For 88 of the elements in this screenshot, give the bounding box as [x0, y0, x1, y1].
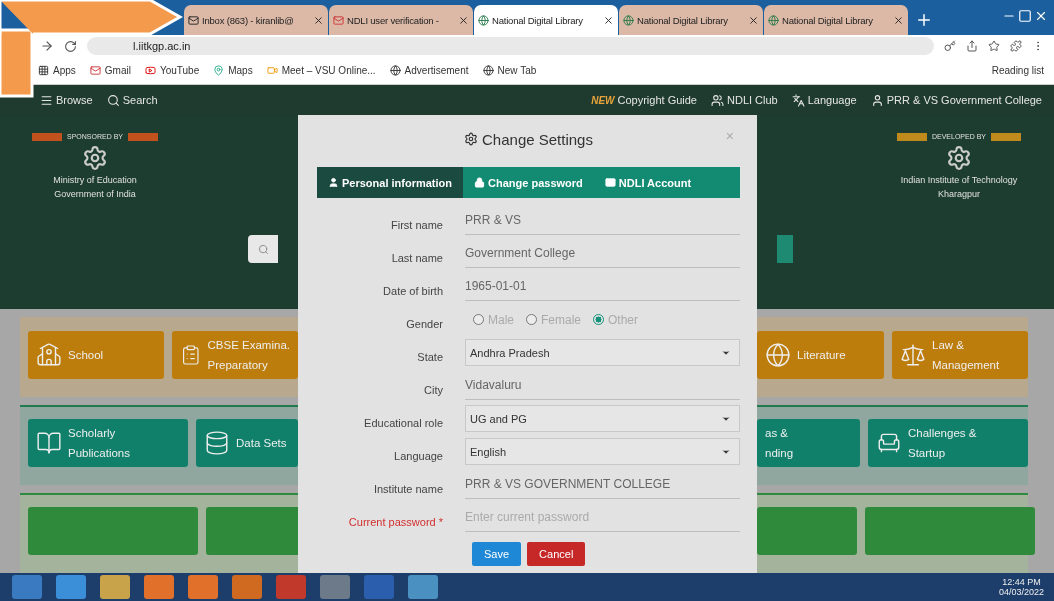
reading-list[interactable]: Reading list — [991, 65, 1044, 76]
browser-tab[interactable]: National Digital Library — [764, 5, 908, 35]
puzzle-icon[interactable] — [1010, 40, 1022, 52]
video-icon — [266, 65, 278, 76]
password-field[interactable]: Enter current password — [465, 503, 740, 532]
globe-icon — [478, 14, 489, 26]
search-icon — [106, 93, 120, 107]
text-field[interactable]: Vidavaluru — [465, 371, 740, 400]
language-icon — [791, 93, 805, 107]
new-tab-icon[interactable] — [915, 11, 933, 29]
bookmark[interactable]: Gmail — [89, 65, 131, 76]
category-card[interactable]: Challenges & Startup — [868, 419, 1028, 467]
close-icon[interactable] — [313, 14, 324, 26]
user-icon — [870, 93, 884, 107]
share-icon[interactable] — [966, 40, 978, 52]
close-icon[interactable] — [603, 14, 614, 26]
globe-icon — [765, 342, 791, 368]
category-card[interactable]: as & nding — [757, 419, 860, 467]
browser-tab[interactable]: Inbox (863) - kiranlib@ — [184, 5, 328, 35]
browser-tab[interactable]: National Digital Library — [474, 5, 618, 35]
globe-icon — [482, 65, 494, 76]
cancel-button[interactable]: Cancel — [527, 542, 586, 566]
field-label: Current password * — [347, 514, 443, 528]
category-card[interactable]: Data Sets — [196, 419, 298, 467]
select-field[interactable]: Andhra Pradesh — [465, 339, 740, 366]
menu-icon — [40, 93, 53, 107]
database-icon — [204, 430, 230, 456]
browser-tab[interactable]: National Digital Library — [619, 5, 763, 35]
field-label: Last name — [390, 250, 443, 264]
globe-icon — [623, 14, 634, 26]
dialog-tab[interactable]: Change password — [463, 167, 594, 198]
bookmark[interactable]: Maps — [213, 65, 253, 76]
users-icon — [711, 93, 724, 107]
close-icon[interactable] — [1034, 9, 1048, 23]
book-icon — [36, 430, 62, 456]
nav-link[interactable]: PRR & VS Government College — [870, 93, 1042, 107]
nav-link[interactable]: Language — [791, 93, 857, 107]
field-label: Gender — [405, 316, 443, 330]
bookmark[interactable]: Meet – VSU Online... — [266, 65, 376, 76]
text-field[interactable]: PRR & VS — [465, 206, 740, 235]
school-icon — [36, 342, 62, 368]
nav-link[interactable]: NEW Copyright Guide — [591, 94, 697, 106]
clock: 12:44 PM 04/03/2022 — [998, 577, 1044, 597]
field-label: State — [416, 349, 443, 363]
dialog-tab[interactable]: Personal information — [317, 167, 464, 198]
bookmark[interactable]: Apps — [38, 65, 76, 76]
maximize-icon[interactable] — [1018, 9, 1032, 23]
close-icon[interactable] — [748, 14, 759, 26]
field-label: Educational role — [363, 415, 443, 429]
dialog-title: Change Settings — [464, 130, 593, 148]
star-icon[interactable] — [988, 40, 1000, 52]
field-label: Date of birth — [382, 283, 443, 297]
close-icon[interactable] — [458, 14, 469, 26]
forward-icon[interactable] — [40, 39, 54, 53]
browser-tab[interactable]: NDLI user verification - — [329, 5, 473, 35]
search-field[interactable] — [248, 235, 278, 263]
field-label: First name — [390, 217, 443, 231]
text-field[interactable]: Government College — [465, 239, 740, 268]
select-field[interactable]: English — [465, 438, 740, 465]
field-label: Language — [393, 448, 443, 462]
field-label: Institute name — [372, 481, 443, 495]
select-field[interactable]: UG and PG — [465, 405, 740, 432]
category-card[interactable]: Scholarly Publications — [28, 419, 188, 467]
address-field[interactable]: l.iitkgp.ac.in — [87, 37, 934, 55]
nav-link[interactable]: Browse — [40, 93, 93, 107]
search-icon — [257, 243, 269, 255]
globe-icon — [768, 14, 779, 26]
text-field[interactable]: 1965-01-01 — [465, 272, 740, 301]
field-label: City — [423, 382, 443, 396]
scale-icon — [900, 342, 926, 368]
bookmark[interactable]: YouTube — [144, 65, 200, 76]
globe-icon — [389, 65, 401, 76]
gears-icon — [464, 132, 479, 146]
nav-link[interactable]: NDLI Club — [711, 93, 778, 107]
text-field[interactable]: PRR & VS GOVERNMENT COLLEGE — [465, 470, 740, 499]
user-icon — [328, 177, 339, 188]
nav-link[interactable]: Search — [106, 93, 158, 107]
key-icon[interactable] — [944, 40, 956, 52]
close-icon[interactable] — [893, 14, 904, 26]
bookmark[interactable]: New Tab — [482, 65, 537, 76]
grid-icon — [38, 65, 49, 76]
bookmark[interactable]: Advertisement — [389, 65, 469, 76]
reload-icon[interactable] — [64, 39, 77, 53]
map-pin-icon — [213, 65, 225, 76]
save-button[interactable]: Save — [472, 542, 522, 566]
play-icon — [144, 65, 156, 76]
dialog-tab[interactable]: NDLI Account — [593, 167, 703, 198]
clipboard-icon — [180, 342, 202, 368]
